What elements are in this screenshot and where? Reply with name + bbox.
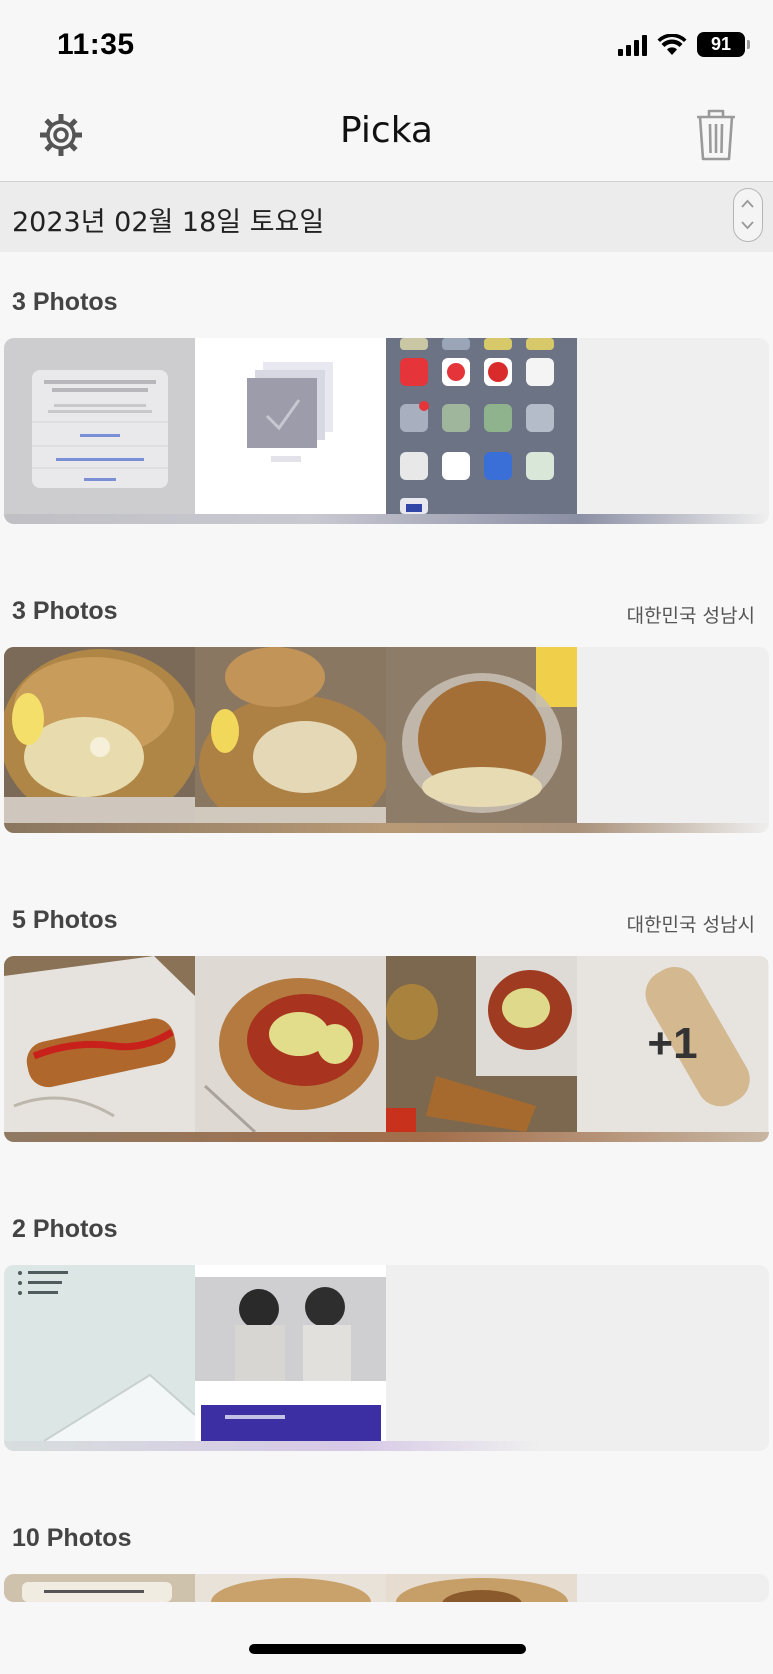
photo-thumbnail[interactable] [195, 338, 386, 514]
battery-icon: 91 [697, 32, 750, 57]
photo-thumbnail[interactable] [195, 647, 386, 823]
photo-strip[interactable] [4, 1574, 769, 1602]
photo-count-label: 10 Photos [12, 1524, 132, 1552]
photo-thumbnail[interactable] [4, 1574, 195, 1602]
date-label: 2023년 02월 18일 토요일 [12, 207, 325, 238]
strip-underglow [4, 1441, 769, 1451]
status-time: 11:35 [57, 28, 135, 61]
photo-thumbnail[interactable] [4, 338, 195, 514]
photo-thumbnail[interactable] [195, 956, 386, 1132]
photo-thumbnail[interactable] [386, 647, 577, 823]
photo-strip[interactable] [4, 1265, 769, 1451]
location-label: 대한민국 성남시 [626, 605, 755, 627]
chevron-up-down-icon [741, 199, 754, 230]
photo-thumbnail[interactable] [386, 338, 577, 514]
trash-button[interactable] [695, 108, 737, 162]
strip-underglow [4, 514, 769, 524]
photo-count-label: 3 Photos [12, 597, 118, 625]
more-photos-badge: +1 [577, 956, 768, 1132]
photo-thumbnail[interactable]: +1 [577, 956, 768, 1132]
strip-underglow [4, 823, 769, 833]
photo-strip[interactable] [4, 338, 769, 524]
photo-thumbnail[interactable] [4, 956, 195, 1132]
photo-thumbnail[interactable] [4, 1265, 195, 1441]
photo-strip[interactable]: +1 [4, 956, 769, 1142]
cellular-signal-icon [618, 34, 647, 56]
status-bar: 11:35 91 [0, 0, 773, 90]
status-icons: 91 [618, 32, 750, 57]
photo-strip[interactable] [4, 647, 769, 833]
photo-thumbnail[interactable] [195, 1265, 386, 1441]
page-title: Picka [340, 110, 433, 151]
location-label: 대한민국 성남시 [626, 914, 755, 936]
photo-count-label: 3 Photos [12, 288, 118, 316]
photo-thumbnail[interactable] [195, 1574, 386, 1602]
photo-thumbnail[interactable] [386, 956, 577, 1132]
trash-icon [697, 109, 735, 161]
date-header: 2023년 02월 18일 토요일 [0, 182, 773, 252]
date-stepper[interactable] [733, 188, 763, 242]
strip-underglow [4, 1132, 769, 1142]
photo-thumbnail[interactable] [386, 1574, 577, 1602]
photo-thumbnail[interactable] [4, 647, 195, 823]
photo-count-label: 5 Photos [12, 906, 118, 934]
nav-bar: Picka [0, 90, 773, 182]
photo-count-label: 2 Photos [12, 1215, 118, 1243]
home-indicator[interactable] [249, 1644, 526, 1654]
wifi-icon [657, 33, 687, 55]
bottom-safe-area [0, 1602, 773, 1674]
